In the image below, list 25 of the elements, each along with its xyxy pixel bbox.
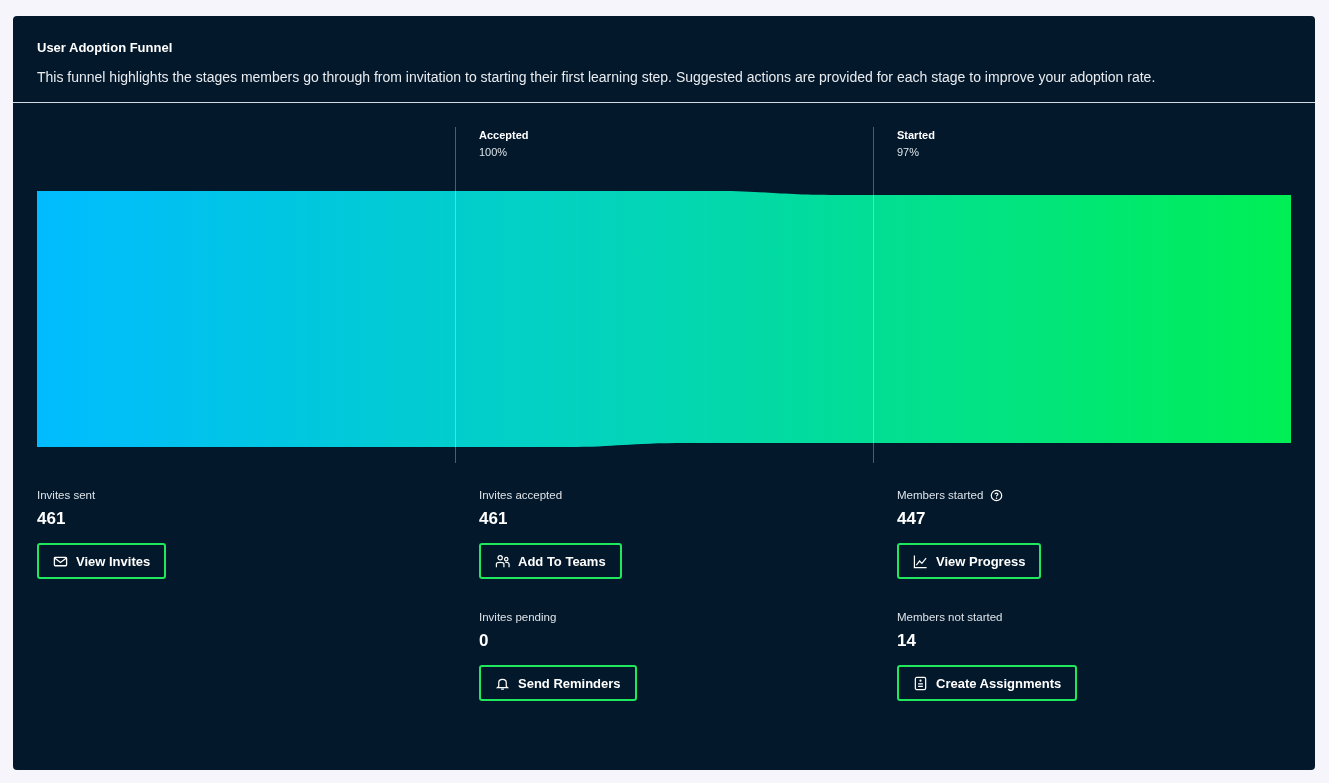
stage-percentage: 100% — [479, 146, 509, 158]
stage-label: Started — [897, 129, 936, 141]
clipboard-icon — [913, 675, 928, 691]
metric-label: Members not started — [897, 611, 1003, 623]
card-title: User Adoption Funnel — [37, 40, 174, 55]
action-button[interactable]: View Progress — [897, 543, 1042, 579]
metric-label: Invites sent — [37, 489, 96, 501]
action-button[interactable]: Add To Teams — [479, 543, 622, 579]
stage-percentage: 97% — [897, 146, 921, 158]
metric-value: 461 — [37, 509, 67, 529]
line-chart-icon — [913, 553, 928, 569]
metric-label: Members started — [897, 489, 984, 501]
metric-value: 14 — [897, 631, 917, 651]
metric-value: 0 — [479, 631, 490, 651]
card-description: This funnel highlights the stages members go through from invitation to starting their first learning step. Suggested actions are provided for each stage to improve your adoption rate. — [37, 69, 1157, 85]
stage-label: Accepted — [479, 129, 530, 141]
people-icon — [495, 553, 510, 569]
metric-value: 461 — [479, 509, 509, 529]
metric-value: 447 — [897, 509, 927, 529]
action-button[interactable]: Create Assignments — [897, 665, 1078, 701]
metric-label: Invites pending — [479, 611, 557, 623]
action-button[interactable]: Send Reminders — [479, 665, 637, 701]
help-icon[interactable] — [990, 488, 1004, 502]
action-button[interactable]: View Invites — [37, 543, 167, 579]
metric-label: Invites accepted — [479, 489, 563, 501]
